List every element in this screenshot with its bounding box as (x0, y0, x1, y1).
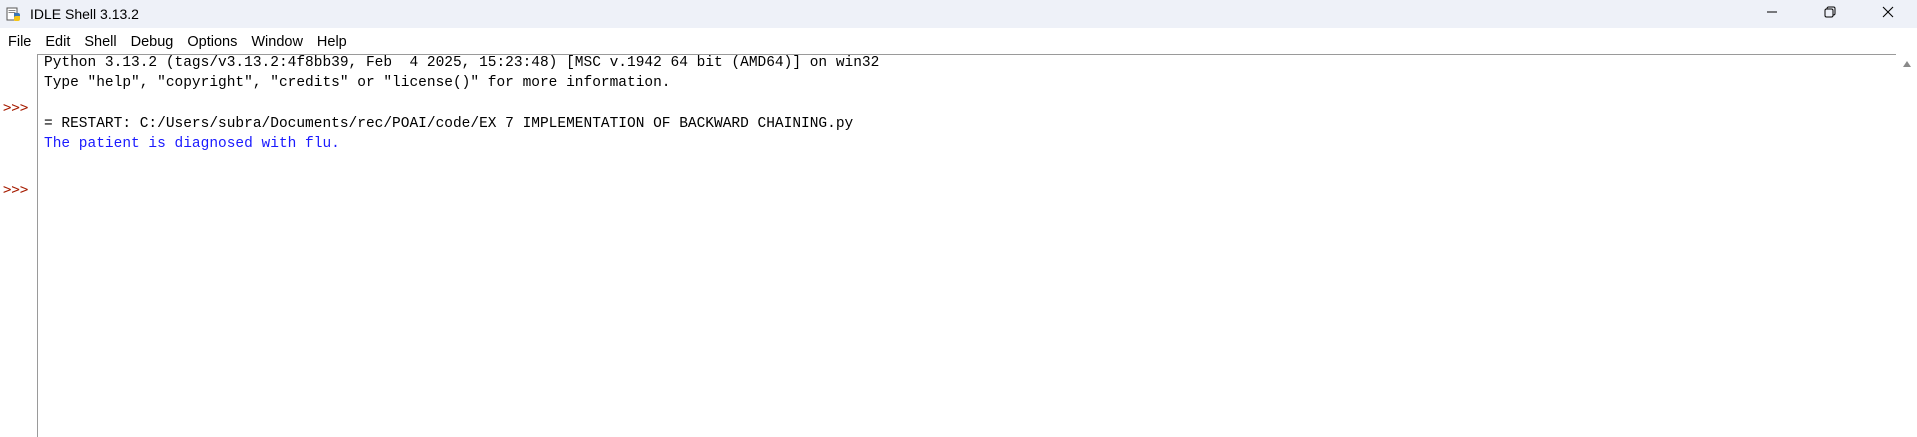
prompt-gutter: >>> >>> (0, 54, 38, 437)
restore-button[interactable] (1801, 0, 1859, 28)
minimize-button[interactable] (1743, 0, 1801, 28)
idle-shell-window: IDLE Shell 3.13.2 File Edit Shell Debug … (0, 0, 1917, 437)
menu-window[interactable]: Window (244, 31, 310, 53)
shell-prompt: >>> (3, 100, 29, 116)
python-idle-icon (5, 5, 23, 23)
title-bar[interactable]: IDLE Shell 3.13.2 (0, 0, 1917, 28)
restart-line: = RESTART: C:/Users/subra/Documents/rec/… (44, 116, 854, 132)
close-button[interactable] (1859, 0, 1917, 28)
banner-line: Python 3.13.2 (tags/v3.13.2:4f8bb39, Feb… (44, 55, 880, 71)
window-title: IDLE Shell 3.13.2 (30, 6, 139, 22)
close-icon (1882, 5, 1894, 23)
stdout-line: The patient is diagnosed with flu. (44, 136, 340, 152)
menu-shell[interactable]: Shell (77, 31, 123, 53)
minimize-icon (1766, 5, 1778, 23)
menu-file[interactable]: File (0, 31, 38, 53)
shell-text-area[interactable]: Python 3.13.2 (tags/v3.13.2:4f8bb39, Feb… (38, 54, 1896, 437)
shell-prompt: >>> (3, 182, 29, 198)
restore-icon (1824, 5, 1836, 23)
menu-bar: File Edit Shell Debug Options Window Hel… (0, 30, 1917, 54)
vertical-scrollbar[interactable] (1897, 54, 1917, 437)
menu-debug[interactable]: Debug (124, 31, 181, 53)
scroll-up-button[interactable] (1901, 58, 1913, 70)
banner-line: Type "help", "copyright", "credits" or "… (44, 75, 671, 91)
menu-help[interactable]: Help (310, 31, 354, 53)
window-controls (1743, 0, 1917, 28)
menu-edit[interactable]: Edit (38, 31, 77, 53)
arrow-up-icon (1902, 55, 1912, 73)
menu-options[interactable]: Options (180, 31, 244, 53)
shell-area: >>> >>> Python 3.13.2 (tags/v3.13.2:4f8b… (0, 54, 1917, 437)
